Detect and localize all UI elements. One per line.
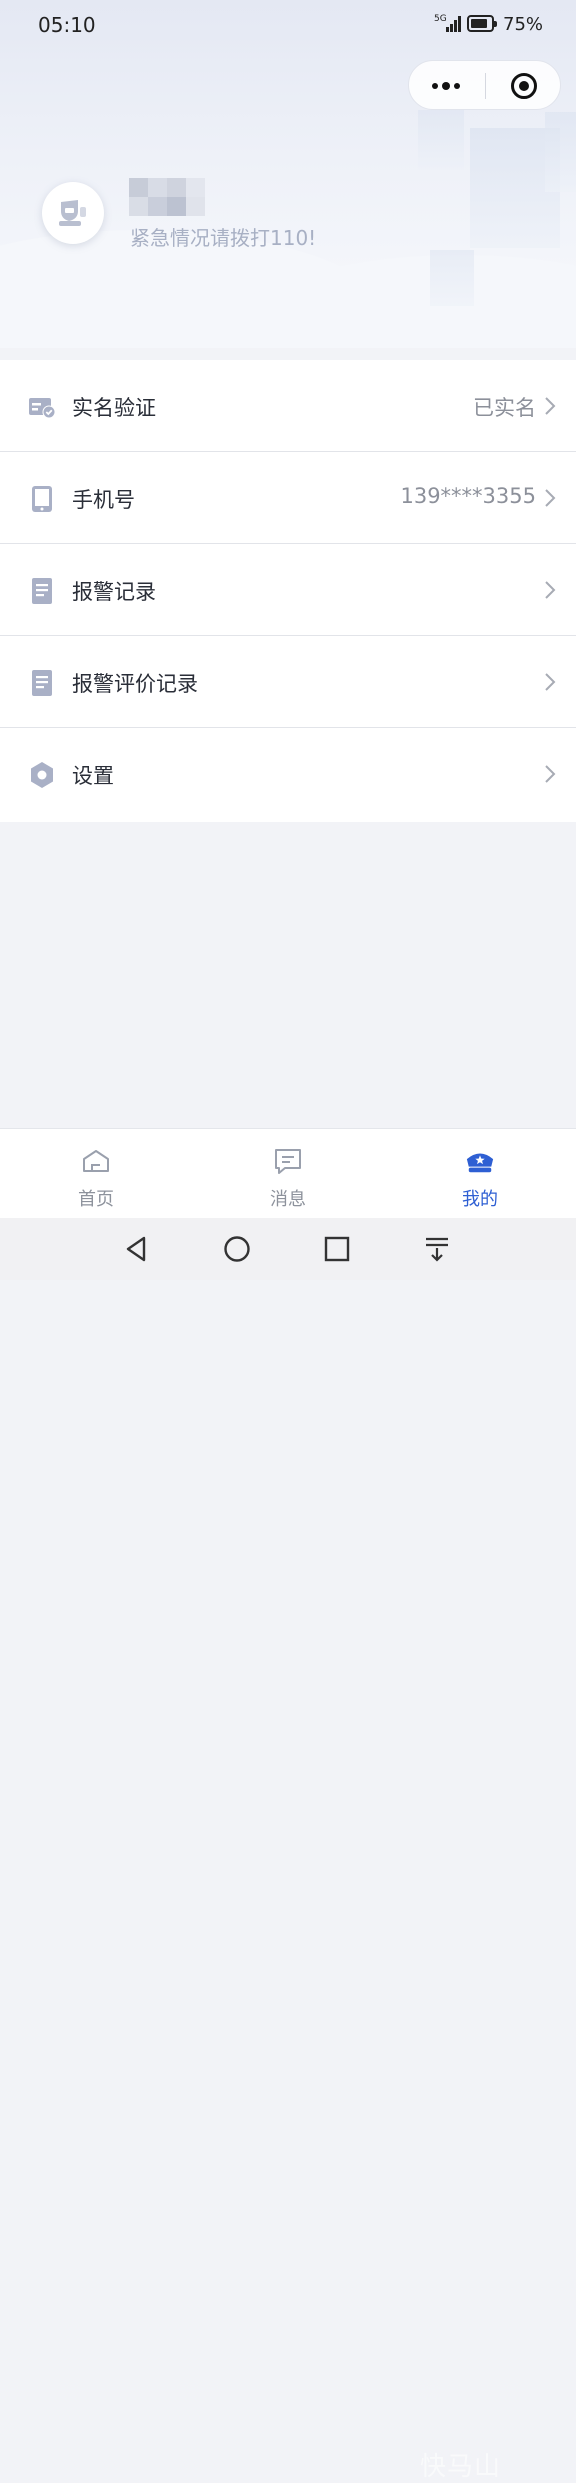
menu-label: 报警记录	[72, 580, 156, 604]
chevron-right-icon	[545, 765, 556, 783]
close-miniprogram-icon[interactable]	[510, 72, 538, 100]
network-type: 5G	[434, 14, 447, 24]
background-building	[418, 110, 464, 170]
signal-icon	[446, 16, 462, 32]
police-avatar-icon	[59, 200, 86, 226]
settings-menu: 实名验证 已实名 手机号 139****3355 报警记录 报警评价记录 设置	[0, 360, 576, 822]
background-building	[430, 250, 474, 306]
menu-label: 手机号	[72, 488, 135, 512]
watermark: 快马山	[420, 2452, 502, 2482]
system-navigation-bar: 快马山	[0, 1218, 576, 2482]
chevron-right-icon	[545, 673, 556, 691]
verification-status: 已实名	[473, 396, 536, 420]
capsule-divider	[485, 73, 486, 99]
menu-item-phone[interactable]: 手机号 139****3355	[0, 452, 576, 544]
menu-label: 设置	[72, 764, 114, 788]
tab-mine[interactable]: 我的	[384, 1129, 576, 1219]
back-icon[interactable]	[123, 1235, 151, 1263]
status-bar: 05:10 5G 75%	[0, 0, 576, 50]
background-building	[545, 112, 576, 192]
more-icon[interactable]	[432, 82, 462, 90]
phone-icon	[32, 486, 52, 512]
tab-home[interactable]: 首页	[0, 1129, 192, 1219]
home-icon	[83, 1150, 109, 1172]
status-time: 05:10	[38, 13, 96, 37]
menu-item-alarm-records[interactable]: 报警记录	[0, 544, 576, 636]
bottom-tab-bar: 首页 消息 我的	[0, 1128, 576, 1219]
document-icon	[32, 670, 52, 696]
battery-icon	[467, 15, 497, 32]
username-blurred	[129, 178, 205, 216]
tab-label: 消息	[270, 1189, 306, 1210]
emergency-tagline: 紧急情况请拨打110!	[130, 226, 317, 250]
id-card-check-icon	[29, 398, 56, 419]
recents-icon[interactable]	[323, 1235, 351, 1263]
tab-messages[interactable]: 消息	[192, 1129, 384, 1219]
chevron-right-icon	[545, 397, 556, 415]
avatar[interactable]	[42, 182, 104, 244]
document-icon	[32, 578, 52, 604]
menu-item-settings[interactable]: 设置	[0, 728, 576, 822]
hexagon-settings-icon	[31, 762, 53, 788]
battery-percent: 75%	[503, 14, 544, 35]
chevron-right-icon	[545, 581, 556, 599]
home-circle-icon[interactable]	[223, 1235, 251, 1263]
miniprogram-capsule	[408, 60, 561, 110]
menu-label: 实名验证	[72, 396, 156, 420]
tab-label: 我的	[462, 1189, 498, 1210]
tab-label: 首页	[78, 1189, 114, 1210]
chevron-right-icon	[545, 489, 556, 507]
message-icon	[275, 1149, 301, 1174]
police-cap-icon	[466, 1153, 494, 1173]
menu-item-real-name[interactable]: 实名验证 已实名	[0, 360, 576, 452]
phone-number: 139****3355	[400, 484, 536, 508]
menu-label: 报警评价记录	[72, 672, 198, 696]
profile-header: 05:10 5G 75% 紧急情况请拨打110!	[0, 0, 576, 348]
notification-pulldown-icon[interactable]	[423, 1235, 451, 1263]
menu-item-alarm-evaluation-records[interactable]: 报警评价记录	[0, 636, 576, 728]
